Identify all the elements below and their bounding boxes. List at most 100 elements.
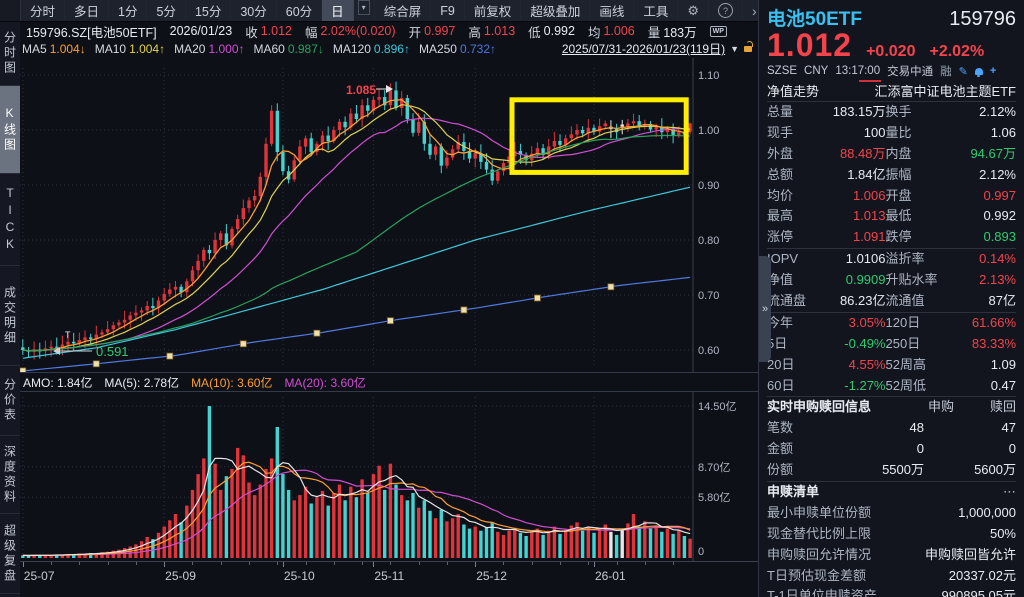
tab-timeshare[interactable]: 分时 bbox=[21, 0, 65, 21]
volume-chart[interactable]: 14.50亿8.70亿5.80亿0 bbox=[20, 392, 758, 561]
tab-60min[interactable]: 60分 bbox=[277, 0, 322, 21]
divider-accent bbox=[859, 80, 881, 82]
sidebar-item-price-table[interactable]: 分价表 bbox=[0, 366, 20, 436]
stat-value: 61.66% bbox=[952, 313, 1017, 334]
range-dropdown-icon[interactable]: ▼ bbox=[730, 44, 739, 54]
nav-row[interactable]: 净值走势 汇添富中证电池主题ETF bbox=[767, 80, 1016, 102]
candlestick-chart[interactable]: 1.0850.591T1.101.000.900.800.700.60 bbox=[20, 58, 758, 372]
alert-bell-icon[interactable] bbox=[975, 68, 983, 75]
svg-text:0: 0 bbox=[698, 546, 704, 558]
x-axis-tick bbox=[475, 562, 476, 567]
help-icon[interactable]: ? bbox=[708, 0, 742, 21]
tab-1min[interactable]: 1分 bbox=[109, 0, 147, 21]
subscription-redemption-table: 实时申购赎回信息申购赎回笔数4847金额00份额5500万5600万 bbox=[767, 396, 1016, 481]
wp-report-icon[interactable]: WP bbox=[710, 26, 727, 37]
stat-row: 今年3.05%120日61.66% bbox=[767, 313, 1016, 334]
tab-15min[interactable]: 15分 bbox=[186, 0, 231, 21]
stat-value: 0.9909 bbox=[821, 270, 886, 291]
stat-label: 换手 bbox=[886, 102, 952, 123]
x-axis-minor-tick bbox=[673, 562, 674, 565]
stat-label: 涨停 bbox=[767, 227, 821, 248]
period-tab-bar: 分时多日1分5分15分30分60分日▾ 综合屏F9前复权超级叠加画线工具⚙?› bbox=[0, 0, 758, 22]
f9-button[interactable]: F9 bbox=[430, 0, 464, 21]
top-bar: 分时多日1分5分15分30分60分日▾ 综合屏F9前复权超级叠加画线工具⚙?› … bbox=[0, 0, 758, 58]
stat-value: 83.33% bbox=[952, 334, 1017, 355]
add-plus-icon[interactable]: + bbox=[990, 65, 996, 77]
sidebar-item-super-replay[interactable]: 超级复盘 bbox=[0, 514, 20, 594]
x-axis-minor-tick bbox=[503, 562, 504, 565]
tab-5min[interactable]: 5分 bbox=[147, 0, 185, 21]
period-dropdown-icon[interactable]: ▾ bbox=[358, 0, 370, 15]
stat-value: 94.67万 bbox=[952, 144, 1017, 165]
super-overlay-button[interactable]: 超级叠加 bbox=[520, 0, 589, 21]
stat-label: 总额 bbox=[767, 165, 821, 186]
x-axis-label: 26-01 bbox=[595, 569, 626, 583]
x-axis-minor-tick bbox=[136, 562, 137, 565]
tab-30min[interactable]: 30分 bbox=[231, 0, 276, 21]
stat-label: 净值 bbox=[767, 270, 821, 291]
tab-multiday[interactable]: 多日 bbox=[65, 0, 109, 21]
stat-label: 流通盘 bbox=[767, 291, 821, 312]
stat-value: -1.27% bbox=[821, 376, 886, 397]
stat-label: 升贴水率 bbox=[886, 270, 952, 291]
x-axis-minor-tick bbox=[362, 562, 363, 565]
stat-value: 88.48万 bbox=[821, 144, 886, 165]
sidebar-item-trade-detail[interactable]: 成交明细 bbox=[0, 266, 20, 366]
period-tabs: 分时多日1分5分15分30分60分日 ▾ bbox=[21, 0, 374, 21]
quote-field: 开0.997 bbox=[409, 22, 456, 41]
quote-time: 13:17:00 bbox=[835, 65, 880, 77]
ma-legend-ma10: MA101.004↑ bbox=[95, 42, 165, 56]
x-axis-minor-tick bbox=[617, 562, 618, 565]
stat-value: 1.06 bbox=[952, 123, 1017, 144]
ma-legend-ma250: MA2500.732↑ bbox=[419, 42, 496, 56]
tools-button[interactable]: 工具 bbox=[633, 0, 677, 21]
stat-value: 2.12% bbox=[952, 102, 1017, 123]
svg-text:0.591: 0.591 bbox=[96, 344, 129, 359]
redeem-list-title: 申赎清单 bbox=[767, 482, 819, 503]
nav-tab-label[interactable]: 净值走势 bbox=[767, 81, 819, 100]
stat-row: 净值0.9909升贴水率2.13% bbox=[767, 270, 1016, 291]
stat-label: 5日 bbox=[767, 334, 821, 355]
stat-label: 振幅 bbox=[886, 165, 952, 186]
date-range-label[interactable]: 2025/07/31-2026/01/23(119日) bbox=[562, 40, 725, 57]
edit-pencil-icon[interactable]: ✎ bbox=[959, 65, 968, 78]
stat-label: 均价 bbox=[767, 186, 821, 207]
svg-text:1.00: 1.00 bbox=[698, 125, 719, 137]
stat-value: 1.84亿 bbox=[821, 165, 886, 186]
price-change: +0.020 bbox=[866, 43, 915, 61]
sidebar-item-tick[interactable]: TICK bbox=[0, 174, 20, 266]
settings-gear-icon[interactable]: ⚙ bbox=[677, 0, 708, 21]
stat-value: 0.992 bbox=[952, 206, 1017, 227]
draw-line-button[interactable]: 画线 bbox=[589, 0, 633, 21]
quote-field: 幅2.02%(0.020) bbox=[305, 22, 396, 41]
redeem-row: 最小申赎单位份额1,000,000 bbox=[767, 503, 1016, 524]
stat-value: 183.15万 bbox=[821, 102, 886, 123]
price-change-percent: +2.02% bbox=[929, 43, 984, 61]
unlock-icon[interactable] bbox=[744, 46, 752, 52]
x-axis: 25-0725-0925-1025-1125-1226-01 bbox=[20, 561, 758, 596]
sidebar-item-kline[interactable]: K线图 bbox=[0, 86, 20, 174]
sidebar-item-timeshare[interactable]: 分时图 bbox=[0, 22, 20, 86]
x-axis-minor-tick bbox=[277, 562, 278, 565]
forward-adjust-button[interactable]: 前复权 bbox=[464, 0, 521, 21]
svg-text:T: T bbox=[65, 330, 71, 340]
stat-label: IOPV bbox=[767, 249, 821, 270]
redeem-more-button[interactable]: ⋯ bbox=[1003, 482, 1016, 503]
svg-text:0.60: 0.60 bbox=[698, 345, 719, 357]
date-range-control[interactable]: 2025/07/31-2026/01/23(119日) ▼ bbox=[562, 40, 758, 57]
redeem-row: T日预估现金差额20337.02元 bbox=[767, 566, 1016, 587]
stat-row: 20日4.55%52周高1.09 bbox=[767, 355, 1016, 376]
panel-expand-tab[interactable]: » bbox=[759, 256, 771, 362]
quote-field: 低0.992 bbox=[528, 22, 575, 41]
x-axis-minor-tick bbox=[51, 562, 52, 565]
stat-value: 87亿 bbox=[952, 291, 1017, 312]
svg-text:1.10: 1.10 bbox=[698, 70, 719, 82]
chart-area: 1.0850.591T1.101.000.900.800.700.60 AMO:… bbox=[20, 58, 758, 597]
composite-screen-button[interactable]: 综合屏 bbox=[374, 0, 431, 21]
left-sidebar: 分时图K线图TICK成交明细分价表深度资料超级复盘 bbox=[0, 22, 20, 597]
svg-text:0.90: 0.90 bbox=[698, 180, 719, 192]
tab-daily[interactable]: 日 bbox=[322, 0, 354, 21]
x-axis-minor-tick bbox=[588, 562, 589, 565]
sidebar-item-depth-info[interactable]: 深度资料 bbox=[0, 436, 20, 514]
stat-label: 60日 bbox=[767, 376, 821, 397]
